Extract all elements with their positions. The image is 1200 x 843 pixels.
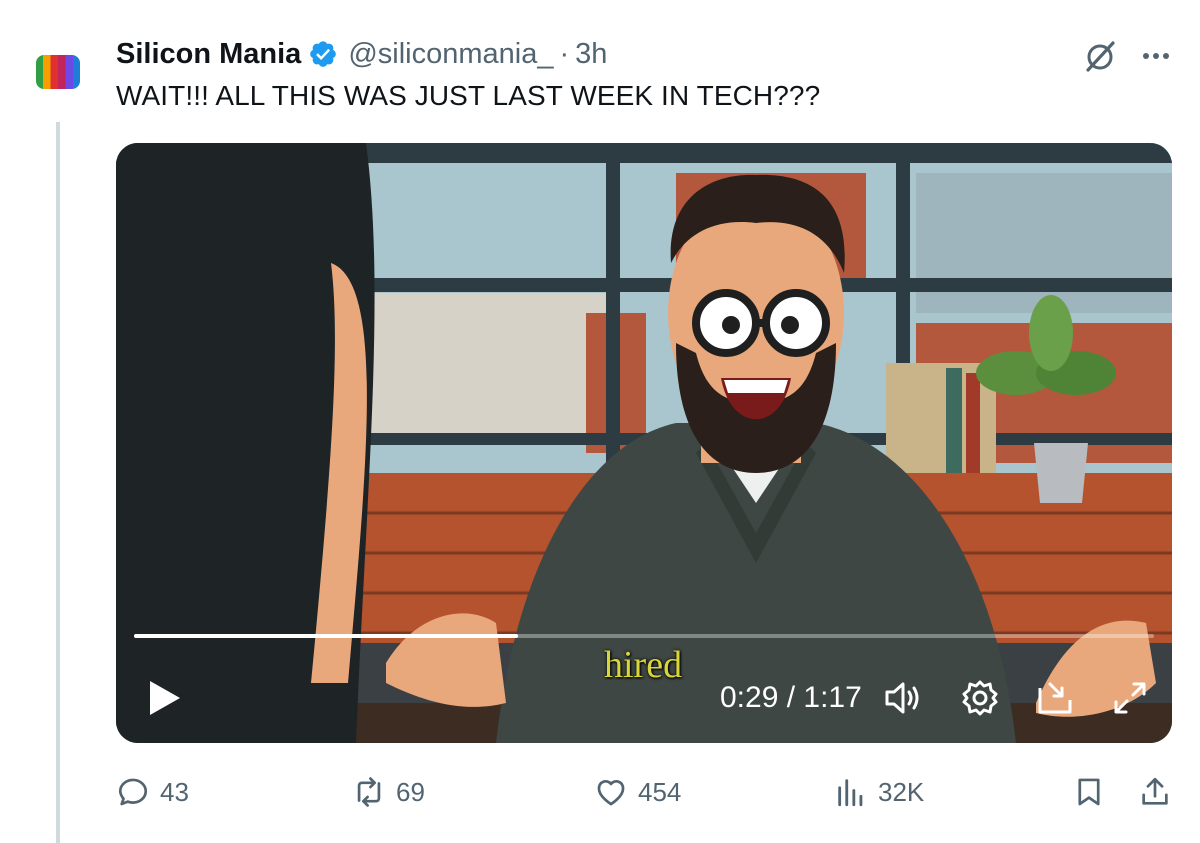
separator-dot: · xyxy=(559,37,570,70)
verified-badge-icon[interactable] xyxy=(308,39,338,69)
views-button[interactable]: 32K xyxy=(834,770,924,814)
avatar[interactable] xyxy=(36,55,80,89)
share-button[interactable] xyxy=(1138,770,1172,814)
views-icon xyxy=(838,779,863,807)
picture-in-picture-icon[interactable] xyxy=(1036,678,1076,718)
timestamp[interactable]: 3h xyxy=(575,38,607,71)
display-name[interactable]: Silicon Mania xyxy=(116,38,301,71)
handle[interactable]: @siliconmania_ xyxy=(348,38,553,71)
repost-count: 69 xyxy=(396,776,425,807)
reply-icon xyxy=(118,778,148,806)
video-progress-bar[interactable] xyxy=(134,634,1154,638)
video-player[interactable]: hired 0:29 / 1:17 xyxy=(116,143,1172,743)
repost-icon xyxy=(357,777,381,807)
tweet-text: WAIT!!! ALL THIS WAS JUST LAST WEEK IN T… xyxy=(116,80,821,111)
heart-icon xyxy=(597,779,625,806)
volume-icon[interactable] xyxy=(882,678,922,718)
thread-line xyxy=(56,122,60,843)
like-count: 454 xyxy=(638,776,682,807)
grok-icon[interactable] xyxy=(1082,38,1118,74)
video-progress-fill xyxy=(134,634,518,638)
fullscreen-icon[interactable] xyxy=(1110,678,1150,718)
settings-icon[interactable] xyxy=(960,678,1000,718)
reply-button[interactable]: 43 xyxy=(116,770,189,814)
like-button[interactable]: 454 xyxy=(594,770,681,814)
share-icon xyxy=(1142,777,1168,805)
bookmark-icon xyxy=(1078,778,1100,806)
video-caption: hired xyxy=(604,644,683,686)
repost-button[interactable]: 69 xyxy=(352,770,425,814)
more-icon[interactable] xyxy=(1138,38,1174,74)
tweet-header: Silicon Mania @siliconmania_ · 3h xyxy=(116,34,607,74)
bookmark-button[interactable] xyxy=(1072,770,1106,814)
views-count: 32K xyxy=(878,776,925,807)
play-icon[interactable] xyxy=(144,678,184,718)
video-time: 0:29 / 1:17 xyxy=(720,681,862,714)
tweet-actions: 43 69 454 32K xyxy=(116,770,1176,814)
reply-count: 43 xyxy=(160,776,189,807)
